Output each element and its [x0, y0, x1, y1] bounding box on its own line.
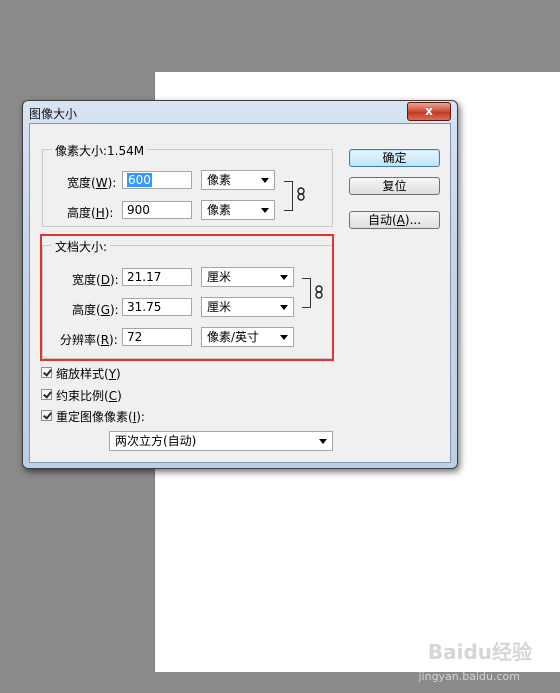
watermark-url: jingyan.baidu.com [418, 670, 520, 683]
ok-button[interactable]: 确定 [349, 149, 440, 167]
resample-method-select[interactable]: 两次立方(自动) [109, 431, 333, 451]
pixel-width-unit-select[interactable]: 像素 [201, 170, 275, 190]
chain-link-icon [297, 187, 305, 201]
dialog-title: 图像大小 [29, 107, 78, 121]
close-icon: x [425, 104, 433, 118]
pixel-width-input[interactable]: 600 [122, 171, 192, 189]
watermark-logo: Baidu经验 [427, 640, 532, 664]
reset-button[interactable]: 复位 [349, 177, 440, 195]
highlight-box [40, 234, 334, 361]
dialog-body: 像素大小:1.54M 宽度(W): 600 像素 高度(H): 900 像素 文… [29, 123, 451, 463]
pixel-width-label: 宽度(W): [67, 176, 117, 190]
close-button[interactable]: x [407, 102, 451, 121]
resample-label: 重定图像像素(I): [56, 410, 145, 424]
constrain-proportions-label: 约束比例(C) [56, 389, 122, 403]
chevron-down-icon [261, 208, 269, 213]
scale-styles-checkbox[interactable] [41, 367, 52, 378]
pixel-height-input[interactable]: 900 [122, 201, 192, 219]
pixel-constrain-bracket [284, 181, 293, 211]
chevron-down-icon [319, 439, 327, 444]
constrain-proportions-checkbox[interactable] [41, 389, 52, 400]
image-size-dialog: 图像大小 x 像素大小:1.54M 宽度(W): 600 像素 高度(H): 9… [22, 100, 458, 469]
title-bar[interactable]: 图像大小 x [23, 101, 457, 123]
pixel-size-group-label: 像素大小:1.54M [52, 142, 148, 159]
auto-button[interactable]: 自动(A)... [349, 211, 440, 229]
scale-styles-label: 缩放样式(Y) [56, 367, 121, 381]
pixel-height-unit-select[interactable]: 像素 [201, 200, 275, 220]
pixel-height-label: 高度(H): [67, 206, 114, 220]
resample-checkbox[interactable] [41, 410, 52, 421]
chevron-down-icon [261, 178, 269, 183]
